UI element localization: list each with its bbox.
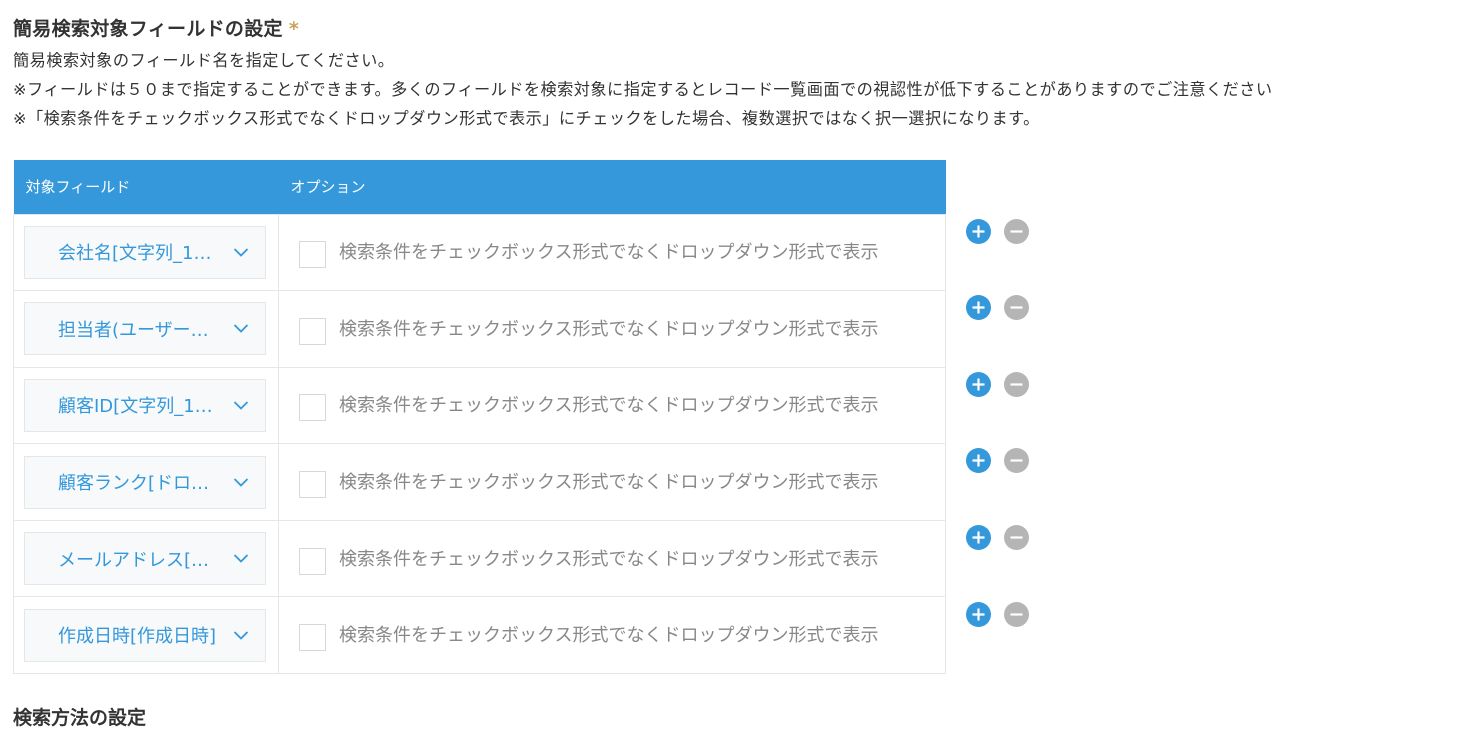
minus-circle-icon xyxy=(1010,306,1023,309)
dropdown-display-label: 検索条件をチェックボックス形式でなくドロップダウン形式で表示 xyxy=(339,472,879,494)
dropdown-display-label: 検索条件をチェックボックス形式でなくドロップダウン形式で表示 xyxy=(339,395,879,417)
add-row-button[interactable] xyxy=(966,219,991,244)
required-mark: * xyxy=(288,18,300,40)
field-select[interactable]: 顧客ID[文字列_1行] xyxy=(24,378,266,432)
field-select-value: 担当者(ユーザー選択) xyxy=(58,319,218,341)
add-row-button[interactable] xyxy=(966,448,991,473)
table-row: 会社名[文字列_1行] 検索条件をチェックボックス形式でなくドロップダウン形式で… xyxy=(13,213,946,292)
dropdown-display-checkbox[interactable] xyxy=(299,624,326,652)
field-select-value: メールアドレス[文字列_1行] xyxy=(58,549,218,571)
plus-circle-icon xyxy=(972,301,985,314)
field-select[interactable]: 作成日時[作成日時] xyxy=(24,608,266,662)
add-row-button[interactable] xyxy=(966,602,991,627)
table-row: 顧客ランク[ドロップダウン] 検索条件をチェックボックス形式でなくドロップダウン… xyxy=(13,443,946,521)
section-title-text: 簡易検索対象フィールドの設定 xyxy=(13,18,283,40)
search-field-table: 対象フィールド オプション 会社名[文字列_1行] 検索条件をチェックボックス形… xyxy=(13,160,946,675)
table-row: 作成日時[作成日時] 検索条件をチェックボックス形式でなくドロップダウン形式で表… xyxy=(13,596,946,675)
add-row-button[interactable] xyxy=(966,525,991,550)
minus-circle-icon xyxy=(1010,230,1023,233)
dropdown-display-checkbox[interactable] xyxy=(299,547,326,575)
field-select-value: 作成日時[作成日時] xyxy=(58,626,217,648)
field-select-value: 会社名[文字列_1行] xyxy=(58,243,218,265)
remove-row-button[interactable] xyxy=(1004,448,1029,473)
description-line-3: ※「検索条件をチェックボックス形式でなくドロップダウン形式で表示」にチェックをし… xyxy=(13,109,1040,128)
chevron-down-icon xyxy=(233,248,249,257)
chevron-down-icon xyxy=(233,324,249,334)
field-select-value: 顧客ランク[ドロップダウン] xyxy=(58,473,218,495)
remove-row-button[interactable] xyxy=(1004,372,1029,397)
description-line-1: 簡易検索対象のフィールド名を指定してください。 xyxy=(13,51,395,70)
field-select[interactable]: 担当者(ユーザー選択) xyxy=(24,302,266,356)
table-row: メールアドレス[文字列_1行] 検索条件をチェックボックス形式でなくドロップダウ… xyxy=(13,519,946,598)
dropdown-display-label: 検索条件をチェックボックス形式でなくドロップダウン形式で表示 xyxy=(339,548,879,570)
plus-circle-icon xyxy=(972,531,985,544)
add-row-button[interactable] xyxy=(966,372,991,397)
chevron-down-icon xyxy=(233,631,249,640)
remove-row-button[interactable] xyxy=(1004,295,1029,320)
field-select[interactable]: 顧客ランク[ドロップダウン] xyxy=(24,455,266,509)
plus-circle-icon xyxy=(972,454,985,467)
add-row-button[interactable] xyxy=(966,295,991,320)
dropdown-display-label: 検索条件をチェックボックス形式でなくドロップダウン形式で表示 xyxy=(339,242,879,264)
dropdown-display-checkbox[interactable] xyxy=(299,394,326,422)
remove-row-button[interactable] xyxy=(1004,525,1029,550)
table-row: 顧客ID[文字列_1行] 検索条件をチェックボックス形式でなくドロップダウン形式… xyxy=(13,366,946,445)
chevron-down-icon xyxy=(233,554,249,563)
plus-circle-icon xyxy=(972,225,985,238)
field-select-value: 顧客ID[文字列_1行] xyxy=(58,396,218,418)
minus-circle-icon xyxy=(1010,536,1023,539)
minus-circle-icon xyxy=(1010,383,1023,386)
minus-circle-icon xyxy=(1010,613,1023,616)
field-select[interactable]: メールアドレス[文字列_1行] xyxy=(24,532,266,586)
dropdown-display-label: 検索条件をチェックボックス形式でなくドロップダウン形式で表示 xyxy=(339,318,879,340)
field-select[interactable]: 会社名[文字列_1行] xyxy=(24,225,266,279)
dropdown-display-checkbox[interactable] xyxy=(299,241,326,269)
header-target-field: 対象フィールド xyxy=(13,160,279,214)
dropdown-display-label: 検索条件をチェックボックス形式でなくドロップダウン形式で表示 xyxy=(339,625,879,647)
chevron-down-icon xyxy=(233,401,249,410)
minus-circle-icon xyxy=(1010,459,1023,462)
header-option: オプション xyxy=(278,160,946,214)
remove-row-button[interactable] xyxy=(1004,219,1029,244)
chevron-down-icon xyxy=(233,477,249,487)
table-row: 担当者(ユーザー選択) 検索条件をチェックボックス形式でなくドロップダウン形式で… xyxy=(13,290,946,368)
table-header-row: 対象フィールド オプション xyxy=(13,160,946,214)
dropdown-display-checkbox[interactable] xyxy=(299,471,326,499)
plus-circle-icon xyxy=(972,608,985,621)
section-title: 簡易検索対象フィールドの設定 * xyxy=(13,14,299,41)
dropdown-display-checkbox[interactable] xyxy=(299,317,326,345)
description-line-2: ※フィールドは５０まで指定することができます。多くのフィールドを検索対象に指定す… xyxy=(13,80,1273,99)
plus-circle-icon xyxy=(972,378,985,391)
remove-row-button[interactable] xyxy=(1004,602,1029,627)
